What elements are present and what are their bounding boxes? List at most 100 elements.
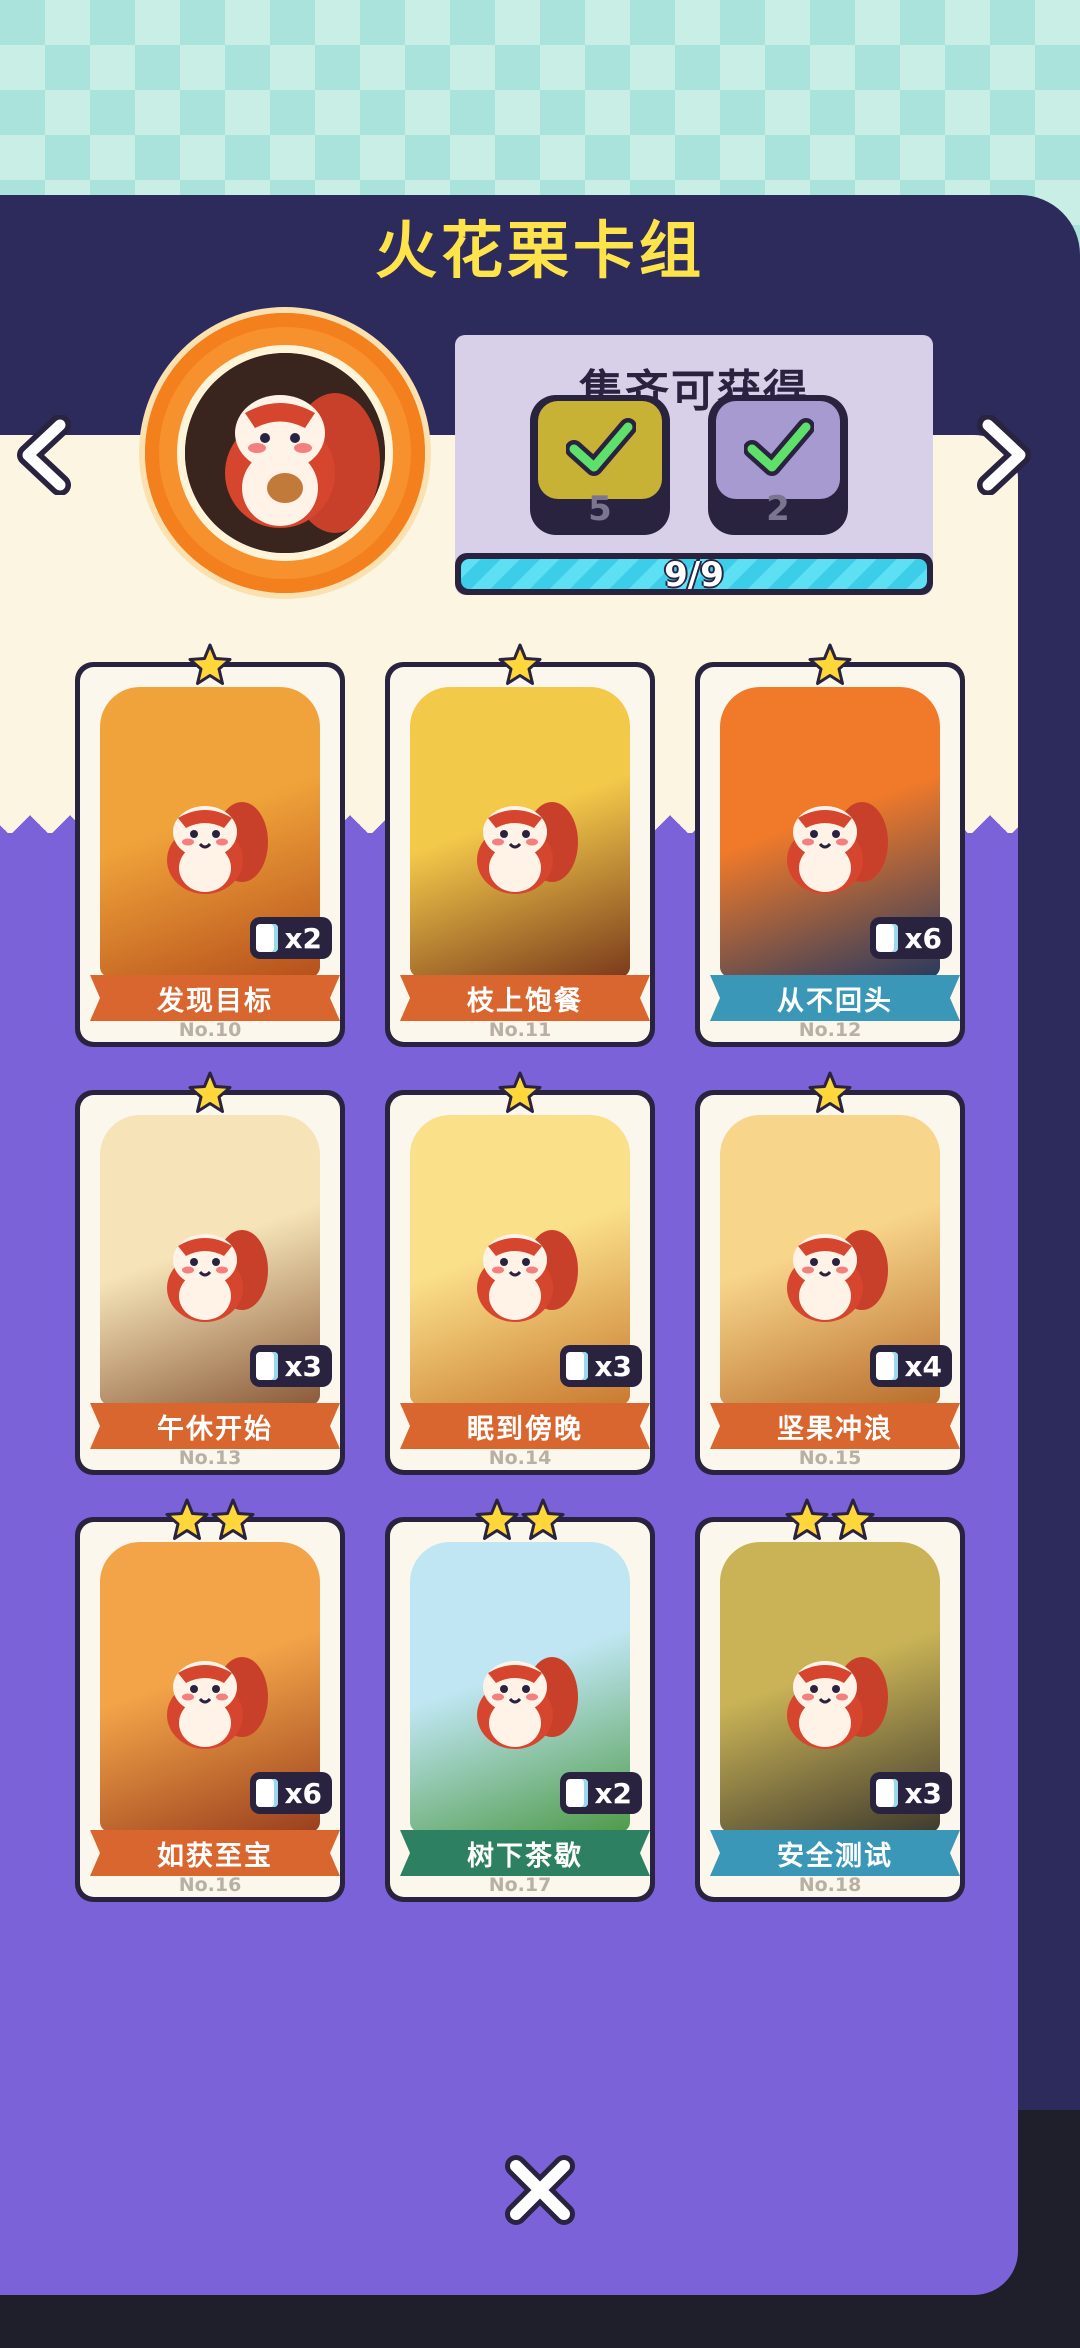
card-name: 枝上饱餐 [467, 985, 583, 1017]
collection-card[interactable]: x2 发现目标 No.10 [75, 643, 345, 1047]
squirrel-icon [787, 1656, 888, 1749]
card-copies-count: x6 [284, 1776, 322, 1810]
card-name-ribbon: 如获至宝 [90, 1830, 340, 1876]
star-icon [830, 1497, 876, 1547]
card-copies-count: x2 [284, 921, 322, 955]
card-art [410, 687, 630, 977]
card-copies-count: x6 [904, 921, 942, 955]
card-stack-icon [256, 1779, 279, 1807]
card-number: No.14 [488, 1447, 552, 1469]
reward-item-2[interactable]: 2 [708, 395, 848, 535]
card-name: 安全测试 [777, 1840, 893, 1872]
reward-count: 2 [766, 489, 790, 529]
card-stack-icon [256, 924, 279, 952]
collection-card[interactable]: x3 安全测试 No.18 [695, 1498, 965, 1902]
card-number: No.10 [178, 1019, 242, 1041]
star-icon [210, 1497, 256, 1547]
card-number: No.15 [798, 1447, 862, 1469]
card-stars [385, 1497, 655, 1547]
card-name: 午休开始 [157, 1413, 273, 1445]
collection-card[interactable]: x3 眠到傍晚 No.14 [385, 1071, 655, 1475]
card-face: x3 眠到傍晚 No.14 [390, 1095, 650, 1470]
reward-title: 集齐可获得 [579, 366, 809, 417]
card-copies-count: x3 [284, 1349, 322, 1383]
next-deck-button[interactable] [968, 415, 1038, 495]
card-stars [385, 1070, 655, 1120]
collection-card[interactable]: x6 如获至宝 No.16 [75, 1498, 345, 1902]
star-icon [187, 1070, 233, 1120]
collection-card[interactable]: x4 坚果冲浪 No.15 [695, 1071, 965, 1475]
card-stars [695, 642, 965, 692]
progress-text: 9/9 [664, 555, 724, 595]
chevron-left-icon [17, 415, 71, 495]
squirrel-icon [167, 801, 268, 894]
check-icon [566, 418, 636, 476]
card-stars [75, 1070, 345, 1120]
squirrel-icon [167, 1229, 268, 1322]
card-number: No.12 [798, 1019, 862, 1041]
star-icon [187, 642, 233, 692]
star-icon [807, 642, 853, 692]
card-face: x6 如获至宝 No.16 [80, 1522, 340, 1897]
collection-card[interactable]: x3 午休开始 No.13 [75, 1071, 345, 1475]
card-copies-badge: x3 [250, 1345, 332, 1387]
card-stack-icon [566, 1779, 589, 1807]
card-copies-count: x4 [904, 1349, 942, 1383]
card-stack-icon [876, 1779, 899, 1807]
star-icon [497, 642, 543, 692]
card-stack-icon [256, 1352, 279, 1380]
card-copies-count: x3 [594, 1349, 632, 1383]
card-face: 枝上饱餐 No.11 [390, 667, 650, 1042]
card-name: 眠到傍晚 [467, 1413, 583, 1445]
card-stars [75, 1497, 345, 1547]
star-icon [164, 1497, 210, 1547]
card-number: No.18 [798, 1874, 862, 1896]
card-face: x3 午休开始 No.13 [80, 1095, 340, 1470]
card-copies-badge: x2 [250, 917, 332, 959]
collection-card[interactable]: 枝上饱餐 No.11 [385, 643, 655, 1047]
card-copies-badge: x3 [870, 1772, 952, 1814]
squirrel-icon [477, 801, 578, 894]
card-stars [695, 1497, 965, 1547]
squirrel-icon [185, 353, 385, 553]
card-number: No.16 [178, 1874, 242, 1896]
card-name-ribbon: 坚果冲浪 [710, 1403, 960, 1449]
check-icon [744, 418, 814, 476]
squirrel-icon [477, 1229, 578, 1322]
card-name-ribbon: 树下茶歇 [400, 1830, 650, 1876]
card-face: x6 从不回头 No.12 [700, 667, 960, 1042]
card-number: No.11 [488, 1019, 552, 1041]
card-copies-badge: x3 [560, 1345, 642, 1387]
squirrel-icon [787, 1229, 888, 1322]
star-icon [497, 1070, 543, 1120]
card-face: x2 树下茶歇 No.17 [390, 1522, 650, 1897]
close-button[interactable] [500, 2150, 580, 2230]
collection-card[interactable]: x6 从不回头 No.12 [695, 643, 965, 1047]
collection-progress-bar: 9/9 [455, 553, 933, 595]
card-face: x2 发现目标 No.10 [80, 667, 340, 1042]
deck-badge [145, 313, 425, 593]
chevron-right-icon [977, 415, 1031, 495]
deck-title: 火花栗卡组 [374, 214, 705, 287]
card-stack-icon [566, 1352, 589, 1380]
card-stack-icon [876, 924, 899, 952]
card-name-ribbon: 安全测试 [710, 1830, 960, 1876]
card-copies-count: x2 [594, 1776, 632, 1810]
deck-badge-art [185, 353, 385, 553]
card-stars [695, 1070, 965, 1120]
card-copies-badge: x6 [870, 917, 952, 959]
star-icon [520, 1497, 566, 1547]
squirrel-icon [787, 801, 888, 894]
card-stars [385, 642, 655, 692]
card-name-ribbon: 眠到傍晚 [400, 1403, 650, 1449]
reward-item-1[interactable]: 5 [530, 395, 670, 535]
card-stack-icon [876, 1352, 899, 1380]
card-name: 发现目标 [157, 985, 273, 1017]
card-name: 树下茶歇 [467, 1840, 583, 1872]
prev-deck-button[interactable] [10, 415, 80, 495]
star-icon [784, 1497, 830, 1547]
card-copies-badge: x4 [870, 1345, 952, 1387]
card-copies-count: x3 [904, 1776, 942, 1810]
card-number: No.17 [488, 1874, 552, 1896]
collection-card[interactable]: x2 树下茶歇 No.17 [385, 1498, 655, 1902]
